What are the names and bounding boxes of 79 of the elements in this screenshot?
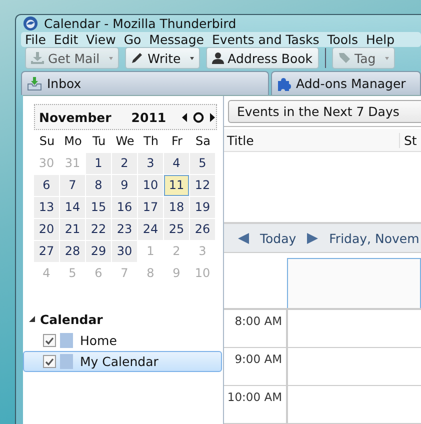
inbox-icon <box>27 76 42 90</box>
calendar-day[interactable]: 16 <box>112 197 137 218</box>
calendar-day[interactable]: 14 <box>60 197 85 218</box>
column-header[interactable]: Title <box>224 132 400 148</box>
weekday-label: Fr <box>170 133 184 150</box>
calendar-day[interactable]: 26 <box>190 219 215 240</box>
calendar-name: My Calendar <box>80 354 158 369</box>
weekday-label: Th <box>142 133 160 150</box>
tab[interactable]: Add-ons Manager <box>271 71 421 95</box>
next-month-icon[interactable] <box>210 112 216 122</box>
calendar-day[interactable]: 9 <box>112 175 137 196</box>
calendar-day[interactable]: 3 <box>138 153 163 174</box>
pencil-icon <box>130 52 144 64</box>
previous-day-icon[interactable] <box>238 232 249 244</box>
calendar-day[interactable]: 15 <box>86 197 111 218</box>
today-circle-icon[interactable] <box>193 112 204 122</box>
weekday-label: Su <box>38 133 56 150</box>
toolbar-button[interactable]: Address Book <box>206 47 319 69</box>
calendar-day[interactable]: 6 <box>34 175 59 196</box>
menu-item[interactable]: Help <box>366 32 401 47</box>
weekday-label: Mo <box>63 133 83 150</box>
calendar-day[interactable]: 23 <box>112 219 137 240</box>
events-filter-dropdown[interactable]: Events in the Next 7 Days <box>228 100 421 122</box>
weekday-label: We <box>114 133 136 150</box>
puzzle-piece-icon <box>277 76 291 90</box>
calendar-day[interactable]: 17 <box>138 197 163 218</box>
next-day-icon[interactable] <box>307 232 318 244</box>
calendar-day[interactable]: 22 <box>86 219 111 240</box>
hour-label: 8:00 AM <box>224 310 288 347</box>
calendar-name: Home <box>80 333 117 348</box>
calendar-day[interactable]: 8 <box>86 175 111 196</box>
calendar-item[interactable]: My Calendar <box>23 351 222 372</box>
calendar-day[interactable]: 7 <box>60 175 85 196</box>
menu-item[interactable]: File <box>25 32 52 47</box>
checkbox[interactable] <box>43 334 56 347</box>
calendar-day[interactable]: 20 <box>34 219 59 240</box>
menu-item[interactable]: Go <box>124 32 148 47</box>
person-icon <box>212 52 224 64</box>
date-label: Friday, Novem <box>329 230 420 246</box>
menu-item[interactable]: Tools <box>327 32 364 47</box>
checkbox[interactable] <box>43 355 56 368</box>
calendar-day[interactable]: 13 <box>34 197 59 218</box>
calendar-day[interactable]: 12 <box>190 175 215 196</box>
hour-label: 10:00 AM <box>224 386 288 423</box>
calendar-item[interactable]: Home <box>23 330 222 351</box>
menu-item[interactable]: Message <box>149 32 210 47</box>
calendar-day[interactable]: 1 <box>86 153 111 174</box>
calendar-heading: Calendar <box>40 312 103 326</box>
calendar-day[interactable]: 28 <box>60 241 85 262</box>
month-label[interactable]: November <box>39 110 112 124</box>
download-icon <box>31 52 44 64</box>
today-button[interactable]: Today <box>260 230 296 246</box>
tab[interactable]: Inbox <box>21 71 269 95</box>
calendar-day[interactable]: 30 <box>112 241 137 262</box>
calendar-day[interactable]: 27 <box>34 241 59 262</box>
calendar-day[interactable]: 4 <box>164 153 189 174</box>
weekday-label: Sa <box>194 133 212 150</box>
calendar-day[interactable]: 29 <box>86 241 111 262</box>
calendar-day[interactable]: 19 <box>190 197 215 218</box>
hour-label: 9:00 AM <box>224 348 288 385</box>
column-header[interactable]: St <box>400 132 417 148</box>
window-title: Calendar - Mozilla Thunderbird <box>44 16 236 31</box>
previous-month-icon[interactable] <box>182 112 188 122</box>
calendar-day[interactable]: 5 <box>190 153 215 174</box>
tag-icon <box>338 52 351 64</box>
toolbar-button[interactable]: Write <box>124 47 200 69</box>
calendar-day[interactable]: 21 <box>60 219 85 240</box>
calendar-day[interactable]: 10 <box>138 175 163 196</box>
calendar-day[interactable]: 11 <box>164 175 189 196</box>
calendar-day[interactable]: 24 <box>138 219 163 240</box>
year-label[interactable]: 2011 <box>131 110 166 124</box>
expander-icon[interactable] <box>29 316 35 322</box>
menu-item[interactable]: Edit <box>54 32 84 47</box>
menu-item[interactable]: Events and Tasks <box>212 32 326 47</box>
menu-item[interactable]: View <box>86 32 122 47</box>
calendar-day[interactable]: 25 <box>164 219 189 240</box>
calendar-day[interactable]: 18 <box>164 197 189 218</box>
weekday-label: Tu <box>91 133 107 150</box>
calendar-day[interactable]: 2 <box>112 153 137 174</box>
